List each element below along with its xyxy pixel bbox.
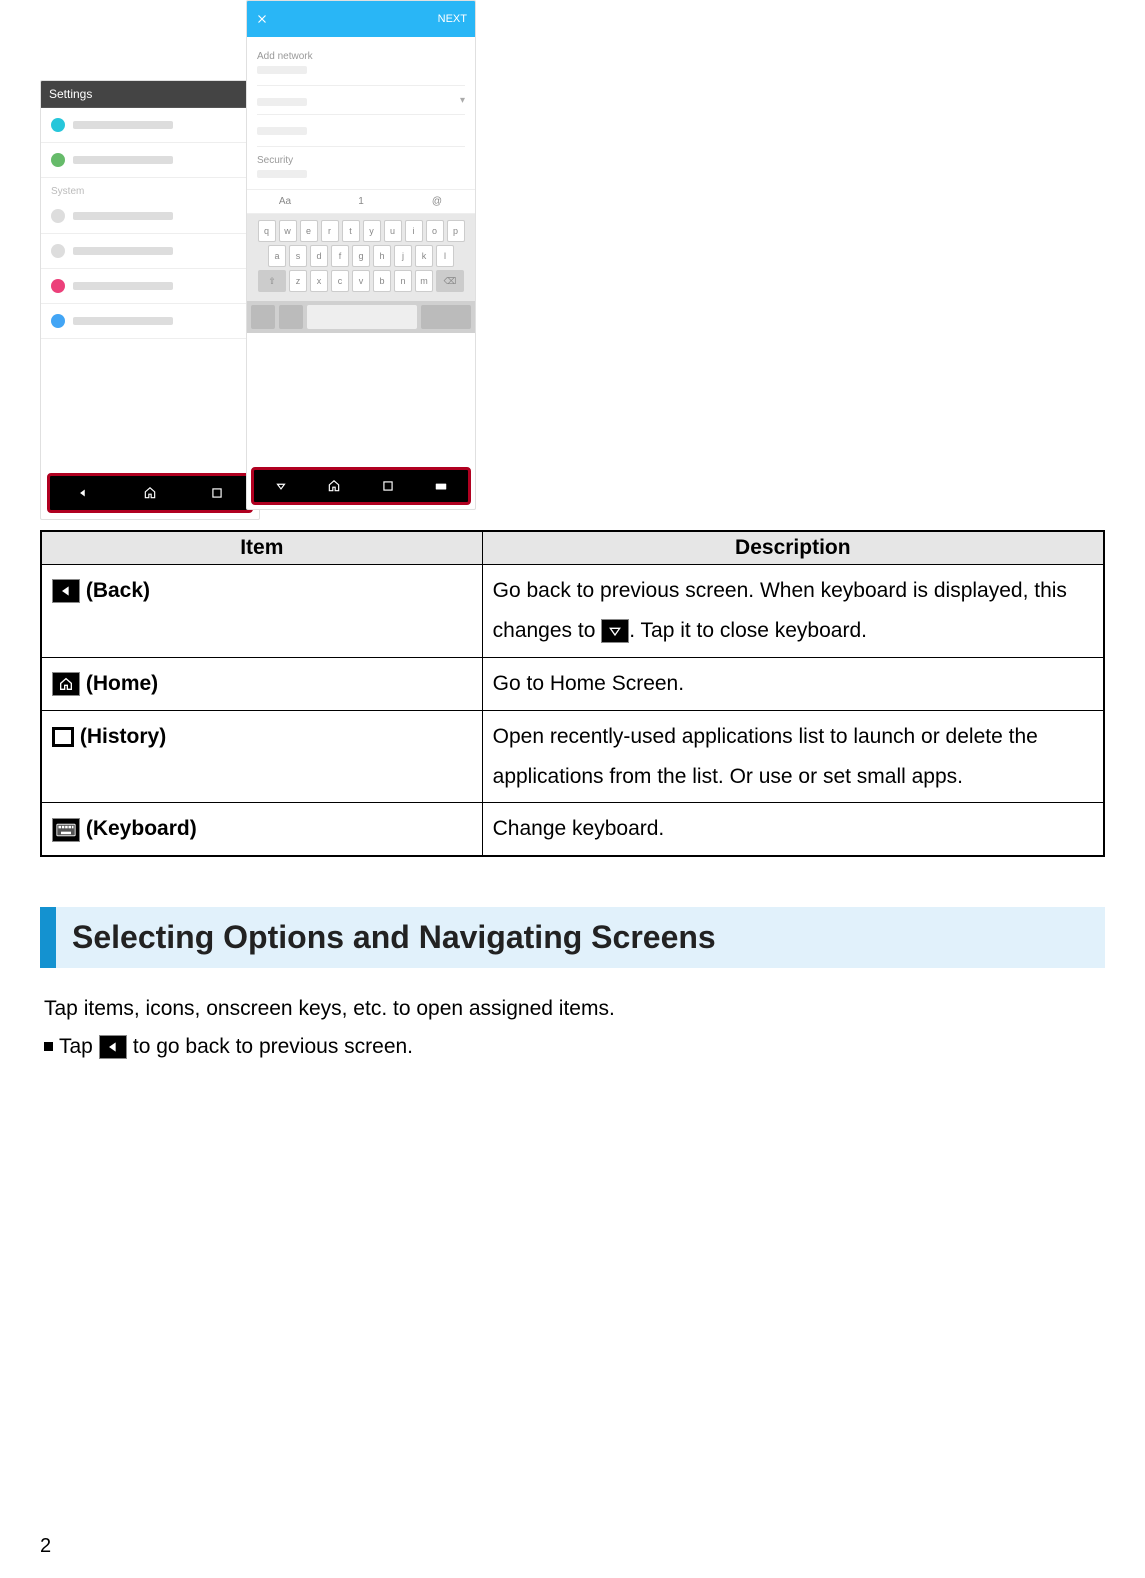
bullet-pre: Tap [59, 1030, 93, 1064]
item-label: (Home) [86, 672, 158, 695]
bullet-icon [44, 1042, 53, 1051]
navigation-table: Item Description (Back) Go back to previ… [40, 530, 1105, 857]
table-row: (Home) Go to Home Screen. [41, 657, 1104, 710]
back-down-icon [601, 619, 629, 643]
item-description: Change keyboard. [482, 803, 1104, 856]
table-header-item: Item [41, 531, 482, 565]
item-label: (Back) [86, 579, 150, 602]
item-label: (History) [80, 725, 166, 748]
table-row: (Keyboard) Change keyboard. [41, 803, 1104, 856]
device-screenshots: Settings System NEXT Add network [40, 0, 1105, 520]
item-label: (Keyboard) [86, 817, 197, 840]
phone-settings-screenshot: Settings System [40, 80, 260, 520]
back-icon [52, 579, 80, 603]
phone1-title: Settings [41, 81, 259, 108]
phone-keyboard-screenshot: NEXT Add network ▾ Security Aa 1 @ [246, 0, 476, 510]
table-header-description: Description [482, 531, 1104, 565]
section-heading: Selecting Options and Navigating Screens [40, 907, 1105, 968]
item-description: Go back to previous screen. When keyboar… [482, 565, 1104, 658]
home-icon [52, 672, 80, 696]
table-row: (Back) Go back to previous screen. When … [41, 565, 1104, 658]
page-number: 2 [40, 1535, 51, 1558]
back-icon [99, 1035, 127, 1059]
body-line1: Tap items, icons, onscreen keys, etc. to… [44, 992, 1105, 1026]
bullet-post: to go back to previous screen. [133, 1030, 413, 1064]
table-row: (History) Open recently-used application… [41, 710, 1104, 803]
keyboard-icon [52, 818, 80, 842]
phone1-navbar [47, 473, 253, 513]
body-text: Tap items, icons, onscreen keys, etc. to… [40, 992, 1105, 1063]
item-description: Go to Home Screen. [482, 657, 1104, 710]
history-icon [52, 727, 74, 747]
item-description: Open recently-used applications list to … [482, 710, 1104, 803]
phone2-navbar [251, 467, 471, 505]
